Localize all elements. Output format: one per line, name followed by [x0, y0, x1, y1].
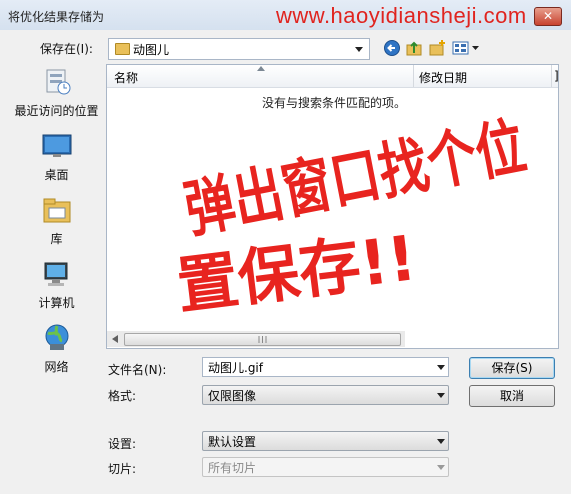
chevron-down-icon — [437, 393, 445, 398]
horizontal-scrollbar[interactable] — [107, 331, 405, 347]
save-button[interactable]: 保存(S) — [469, 357, 555, 379]
column-divider[interactable] — [551, 65, 552, 87]
cancel-button[interactable]: 取消 — [469, 385, 555, 407]
filename-value: 动图儿.gif — [208, 361, 263, 375]
recent-places-icon — [46, 69, 71, 95]
place-label: 库 — [50, 232, 63, 246]
save-in-combo[interactable]: 动图儿 — [108, 38, 370, 60]
libraries-icon — [43, 198, 71, 223]
scroll-corner — [405, 331, 558, 347]
view-menu-icon[interactable] — [452, 39, 480, 57]
format-value: 仅限图像 — [208, 389, 257, 403]
close-button[interactable]: ✕ — [534, 7, 562, 26]
slices-label: 切片: — [108, 462, 137, 476]
place-label: 最近访问的位置 — [14, 104, 99, 118]
slices-select[interactable]: 所有切片 — [202, 457, 449, 477]
settings-select[interactable]: 默认设置 — [202, 431, 449, 451]
grip-icon — [258, 336, 267, 343]
chevron-down-icon — [355, 47, 363, 52]
title-bar: 将优化结果存储为 www.haoyidiansheji.com ✕ — [0, 0, 571, 30]
scroll-thumb[interactable] — [124, 333, 401, 346]
chevron-down-icon — [437, 365, 445, 370]
place-label: 网络 — [44, 360, 69, 374]
folder-icon — [115, 43, 130, 55]
sort-up-icon — [257, 66, 265, 71]
desktop-icon — [42, 134, 72, 157]
network-icon — [45, 324, 69, 350]
places-bar: 最近访问的位置 桌面 库 计算机 网络 — [8, 64, 105, 374]
place-recent[interactable]: 最近访问的位置 — [8, 64, 105, 122]
column-more[interactable]: ] — [554, 69, 559, 83]
place-label: 计算机 — [38, 296, 75, 310]
computer-icon — [44, 262, 68, 286]
file-list[interactable]: 名称 修改日期 ] 没有与搜索条件匹配的项。 — [106, 64, 559, 349]
save-in-label: 保存在(I): — [40, 42, 93, 56]
chevron-down-icon — [437, 439, 445, 444]
save-dialog: 将优化结果存储为 www.haoyidiansheji.com ✕ 保存在(I)… — [0, 0, 571, 494]
scroll-left-icon[interactable] — [112, 335, 118, 343]
new-folder-icon[interactable] — [428, 39, 446, 57]
column-name[interactable]: 名称 — [114, 69, 138, 86]
place-desktop[interactable]: 桌面 — [8, 128, 105, 186]
settings-value: 默认设置 — [208, 435, 257, 449]
dialog-title: 将优化结果存储为 — [8, 10, 105, 24]
back-icon[interactable] — [383, 39, 401, 57]
place-libraries[interactable]: 库 — [8, 192, 105, 250]
column-divider[interactable] — [413, 65, 414, 87]
filename-label: 文件名(N): — [108, 363, 167, 377]
place-network[interactable]: 网络 — [8, 320, 105, 378]
place-label: 桌面 — [44, 168, 69, 182]
format-select[interactable]: 仅限图像 — [202, 385, 449, 405]
format-label: 格式: — [108, 389, 137, 403]
save-in-value: 动图儿 — [133, 43, 170, 57]
slices-value: 所有切片 — [208, 461, 257, 475]
place-computer[interactable]: 计算机 — [8, 256, 105, 314]
column-date-modified[interactable]: 修改日期 — [419, 69, 467, 86]
list-header: 名称 修改日期 ] — [107, 65, 559, 88]
empty-message: 没有与搜索条件匹配的项。 — [262, 96, 407, 110]
settings-label: 设置: — [108, 437, 137, 451]
filename-combo[interactable]: 动图儿.gif — [202, 357, 449, 377]
up-folder-icon[interactable] — [405, 39, 423, 57]
chevron-down-icon — [437, 465, 445, 470]
watermark-url: www.haoyidiansheji.com — [276, 3, 527, 28]
